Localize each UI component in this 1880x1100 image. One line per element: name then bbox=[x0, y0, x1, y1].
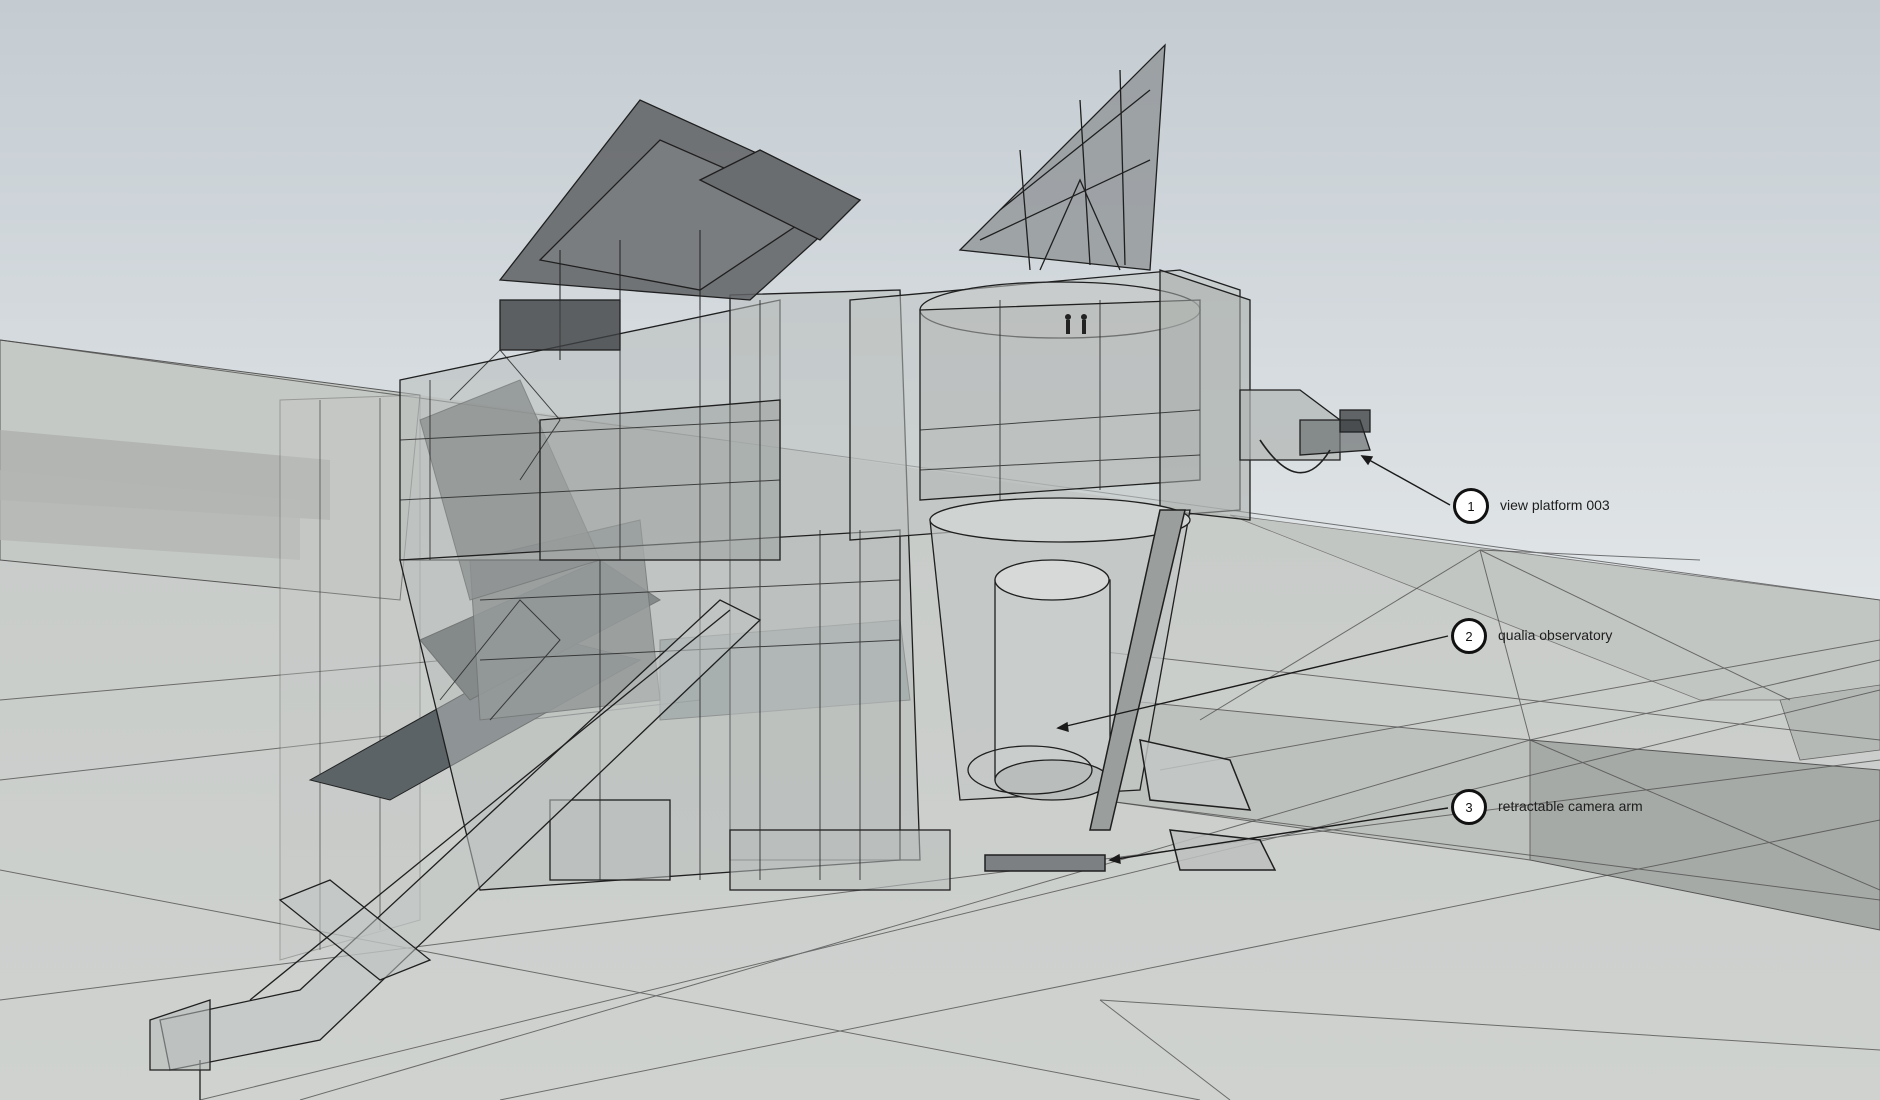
callout-1-badge: 1 bbox=[1453, 488, 1489, 524]
callout-3-label: retractable camera arm bbox=[1498, 798, 1643, 814]
architectural-drawing bbox=[0, 0, 1880, 1100]
callout-1-label: view platform 003 bbox=[1500, 497, 1610, 513]
rear-wall bbox=[279, 394, 421, 961]
callout-3-badge: 3 bbox=[1451, 789, 1487, 825]
callout-2-badge: 2 bbox=[1451, 618, 1487, 654]
callout-2-label: qualia observatory bbox=[1498, 627, 1613, 643]
